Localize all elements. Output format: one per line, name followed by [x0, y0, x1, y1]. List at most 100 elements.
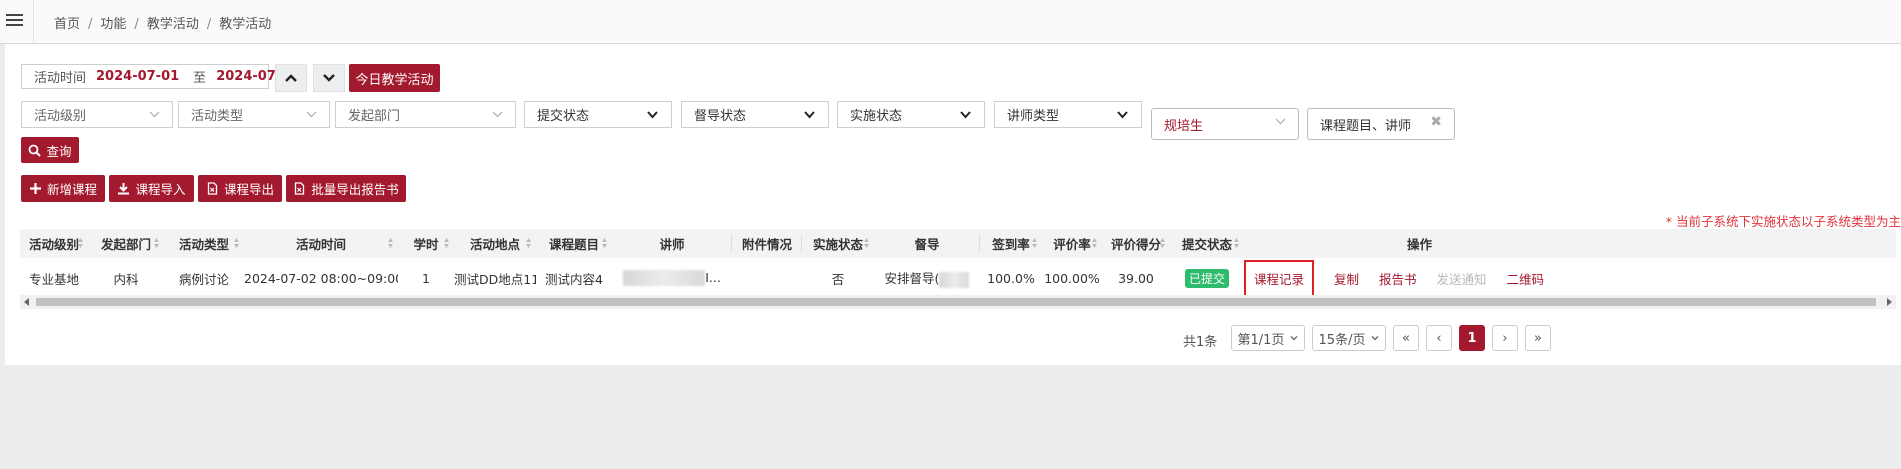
department-placeholder: 发起部门 — [348, 109, 401, 124]
trainee-select[interactable]: 规培生 — [1151, 108, 1299, 140]
activity-level-placeholder: 活动级别 — [34, 109, 87, 124]
batch-export-report-label: 批量导出报告书 — [311, 182, 399, 197]
qrcode-link[interactable]: 二维码 — [1507, 272, 1545, 287]
chevron-down-icon — [149, 109, 160, 120]
date-separator: 至 — [193, 71, 207, 86]
query-label: 查询 — [46, 143, 72, 159]
send-notify-link: 发送通知 — [1436, 271, 1487, 287]
sort-icon — [602, 238, 607, 248]
col-header-eval-rate[interactable]: 评价率 — [1042, 229, 1102, 258]
date-range-picker[interactable]: 活动时间 2024-07-01 至 2024-07-31 — [21, 64, 299, 89]
page-select[interactable]: 第1/1页 — [1231, 325, 1305, 351]
scroll-left-icon[interactable] — [24, 298, 29, 306]
search-icon — [29, 144, 42, 157]
chevron-down-icon — [1291, 336, 1298, 341]
cell-lecturer: I... — [612, 258, 732, 298]
page-1-button[interactable]: 1 — [1459, 325, 1485, 351]
import-course-label: 课程导入 — [135, 182, 186, 197]
status-note: * 当前子系统下实施状态以子系统类型为主 — [1665, 214, 1901, 229]
implement-status-select[interactable]: 实施状态 — [837, 101, 985, 128]
scrollbar-thumb[interactable] — [36, 298, 1876, 306]
supervise-status-placeholder: 督导状态 — [694, 109, 747, 124]
col-header-submit-status[interactable]: 提交状态 — [1170, 229, 1244, 258]
activity-type-select[interactable]: 活动类型 — [178, 101, 330, 128]
col-header-time[interactable]: 活动时间 — [244, 229, 398, 258]
table-header-row: 活动级别 发起部门 活动类型 活动时间 学时 活动地点 课程题目 讲师 附件情况… — [20, 229, 1896, 258]
col-header-level[interactable]: 活动级别 — [20, 229, 88, 258]
col-header-hours[interactable]: 学时 — [398, 229, 454, 258]
col-header-type[interactable]: 活动类型 — [164, 229, 244, 258]
next-page-button[interactable]: › — [1492, 325, 1518, 351]
col-header-lecturer[interactable]: 讲师 — [612, 229, 732, 258]
page-size-select[interactable]: 15条/页 — [1312, 325, 1386, 351]
file-export-icon — [207, 182, 218, 195]
batch-export-report-button[interactable]: 批量导出报告书 — [286, 175, 406, 202]
cell-location: 测试DD地点111 — [454, 271, 536, 287]
cell-attachment — [732, 258, 802, 298]
chevron-down-button[interactable] — [313, 64, 345, 92]
col-header-location[interactable]: 活动地点 — [454, 229, 536, 258]
clear-icon[interactable]: ✖ — [1430, 114, 1442, 130]
col-header-department[interactable]: 发起部门 — [88, 229, 164, 258]
import-course-button[interactable]: 课程导入 — [109, 175, 194, 202]
col-header-supervisor[interactable]: 督导 — [874, 229, 980, 258]
sort-icon — [1092, 238, 1097, 248]
breadcrumb-home[interactable]: 首页 — [54, 17, 80, 32]
export-course-button[interactable]: 课程导出 — [198, 175, 282, 202]
col-header-implemented[interactable]: 实施状态 — [802, 229, 874, 258]
chevron-down-icon — [306, 109, 317, 120]
cell-type: 病例讨论 — [178, 271, 229, 287]
page-select-value: 第1/1页 — [1237, 332, 1285, 348]
chevron-up-button[interactable] — [275, 64, 307, 92]
breadcrumb-teaching[interactable]: 教学活动 — [147, 17, 199, 32]
cell-signin-rate: 100.0% — [987, 270, 1035, 286]
menu-icon[interactable] — [6, 12, 23, 29]
sort-icon — [154, 238, 159, 248]
col-header-signin-rate[interactable]: 签到率 — [980, 229, 1042, 258]
chevron-down-icon — [959, 108, 972, 121]
sort-icon — [78, 238, 83, 248]
today-activity-button[interactable]: 今日教学活动 — [349, 64, 440, 92]
add-course-label: 新增课程 — [46, 182, 97, 197]
submit-status-select[interactable]: 提交状态 — [524, 101, 672, 128]
col-header-attachment[interactable]: 附件情况 — [732, 229, 802, 258]
status-badge: 已提交 — [1184, 268, 1229, 288]
breadcrumb: 首页 / 功能 / 教学活动 / 教学活动 — [54, 17, 272, 32]
supervise-status-select[interactable]: 督导状态 — [681, 101, 829, 128]
last-page-button[interactable]: » — [1525, 325, 1551, 351]
date-start[interactable]: 2024-07-01 — [96, 69, 179, 84]
first-page-button[interactable]: « — [1393, 325, 1419, 351]
chevron-up-icon — [285, 74, 297, 82]
submit-status-placeholder: 提交状态 — [537, 109, 590, 124]
cell-topic: 测试内容4 — [545, 271, 603, 287]
department-select[interactable]: 发起部门 — [335, 101, 516, 128]
col-header-eval-score[interactable]: 评价得分 — [1102, 229, 1170, 258]
download-icon — [118, 183, 130, 195]
lecturer-type-placeholder: 讲师类型 — [1007, 109, 1060, 124]
course-record-link[interactable]: 课程记录 — [1244, 259, 1315, 297]
chevron-down-icon — [1372, 336, 1379, 341]
horizontal-scrollbar[interactable] — [20, 295, 1896, 309]
prev-page-button[interactable]: ‹ — [1426, 325, 1452, 351]
sort-icon — [864, 238, 869, 248]
redacted-supervisor — [939, 271, 970, 288]
query-button[interactable]: 查询 — [21, 137, 79, 163]
search-input[interactable]: 课程题目、讲师 ✖ — [1307, 108, 1455, 140]
scroll-right-icon[interactable] — [1887, 298, 1892, 306]
lecturer-type-select[interactable]: 讲师类型 — [994, 101, 1142, 128]
col-header-topic[interactable]: 课程题目 — [536, 229, 612, 258]
activity-level-select[interactable]: 活动级别 — [21, 101, 173, 128]
copy-link[interactable]: 复制 — [1334, 272, 1359, 287]
cell-level: 专业基地 — [28, 271, 79, 287]
breadcrumb-function[interactable]: 功能 — [100, 17, 126, 32]
report-link[interactable]: 报告书 — [1379, 272, 1417, 287]
cell-submit-status: 已提交 — [1170, 258, 1244, 298]
sort-icon — [526, 238, 531, 248]
add-course-button-main[interactable]: 新增课程 — [21, 175, 105, 202]
sort-icon — [1160, 238, 1165, 248]
sort-icon — [388, 238, 393, 248]
sort-icon — [234, 238, 239, 248]
col-header-ops: 操作 — [1407, 237, 1433, 252]
trainee-value: 规培生 — [1164, 118, 1204, 134]
chevron-down-icon — [1116, 108, 1129, 121]
